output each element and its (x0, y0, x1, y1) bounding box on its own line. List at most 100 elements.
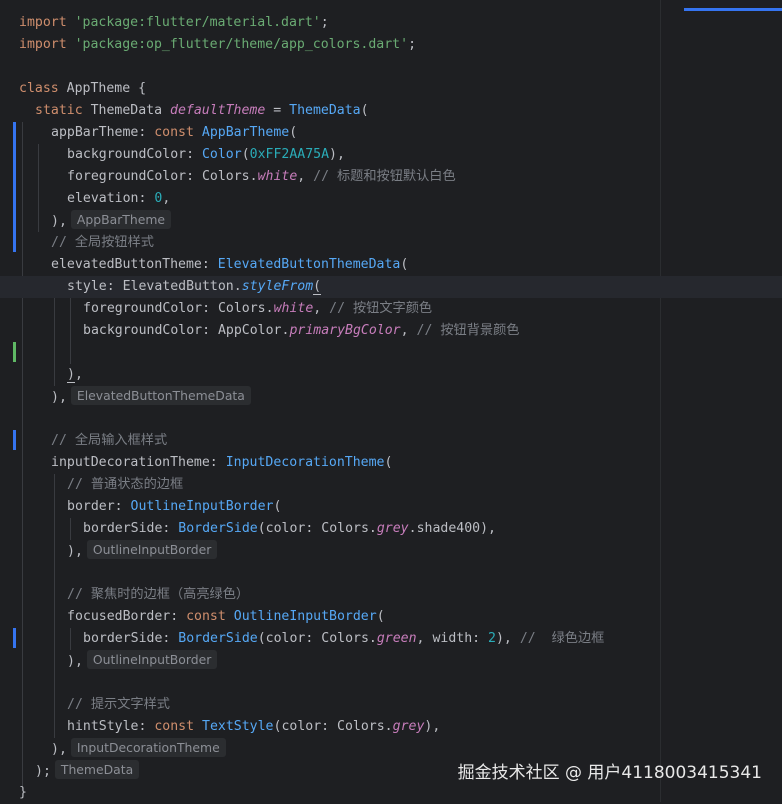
named-arg: width (432, 631, 473, 646)
code-comment: // 普通状态的边框 (67, 477, 184, 492)
matched-paren: ( (313, 279, 322, 295)
code-line[interactable]: elevatedButtonTheme: ElevatedButtonTheme… (51, 254, 408, 276)
gutter-modified-marker[interactable] (13, 122, 16, 252)
static-member: grey (392, 719, 425, 734)
closing-label-hint: InputDecorationTheme (70, 738, 226, 757)
matched-paren: ) (67, 367, 75, 383)
code-line[interactable]: } (19, 782, 27, 804)
property-name: focusedBorder (67, 609, 171, 624)
code-comment: // 提示文字样式 (67, 697, 170, 712)
code-line[interactable]: appBarTheme: const AppBarTheme( (51, 122, 297, 144)
property-name: borderSide (83, 631, 163, 646)
keyword: class (19, 81, 59, 96)
code-line[interactable]: ); ThemeData (35, 760, 140, 782)
code-line[interactable]: inputDecorationTheme: InputDecorationThe… (51, 452, 392, 474)
number-literal: 0xFF2AA75A (249, 147, 330, 162)
constructor-call: OutlineInputBorder (233, 609, 377, 624)
code-line[interactable]: borderSide: BorderSide(color: Colors.gre… (83, 518, 496, 540)
class-ref: AppColor (217, 323, 282, 338)
gutter-modified-marker[interactable] (13, 628, 16, 648)
code-editor[interactable]: import 'package:flutter/material.dart'; … (0, 0, 782, 802)
indent-guide (70, 298, 71, 364)
property-name: hintStyle (67, 719, 139, 734)
constructor-call: TextStyle (202, 719, 274, 734)
code-line[interactable]: border: OutlineInputBorder( (67, 496, 281, 518)
closing-label-hint: OutlineInputBorder (86, 650, 218, 669)
closing-label-hint: ElevatedButtonThemeData (70, 386, 251, 405)
class-ref: Colors (321, 521, 369, 536)
class-ref: Colors (321, 631, 369, 646)
code-line[interactable]: // 全局输入框样式 (51, 430, 167, 452)
indent-guide (38, 144, 39, 232)
code-line[interactable]: borderSide: BorderSide(color: Colors.gre… (83, 628, 604, 650)
static-member: primaryBgColor (289, 323, 401, 338)
keyword: const (154, 125, 194, 140)
constructor-call: BorderSide (178, 521, 258, 536)
code-line[interactable]: ), (67, 364, 83, 386)
property-name: backgroundColor (83, 323, 203, 338)
code-line[interactable]: // 提示文字样式 (67, 694, 170, 716)
code-line[interactable]: static ThemeData defaultTheme = ThemeDat… (35, 100, 369, 122)
property-name: style (67, 279, 107, 294)
property-name: backgroundColor (67, 147, 187, 162)
constructor-call: InputDecorationTheme (225, 455, 385, 470)
code-line[interactable]: focusedBorder: const OutlineInputBorder( (67, 606, 385, 628)
property-name: foregroundColor (83, 301, 203, 316)
property-name: elevatedButtonTheme (51, 257, 202, 272)
property-name: border (67, 499, 115, 514)
active-tab-indicator (684, 8, 782, 11)
static-member: grey (376, 521, 409, 536)
code-line[interactable]: // 聚焦时的边框（高亮绿色） (67, 584, 249, 606)
code-comment: // 全局输入框样式 (51, 433, 168, 448)
class-name: AppTheme (66, 81, 131, 96)
code-comment: // 按钮背景颜色 (416, 323, 520, 338)
constructor-call: ThemeData (289, 103, 361, 118)
indent-guide (22, 122, 23, 786)
constructor-call: AppBarTheme (201, 125, 290, 140)
code-line[interactable]: class AppTheme { (19, 78, 146, 100)
code-line[interactable]: ), OutlineInputBorder (67, 540, 218, 562)
property-name: elevation (67, 191, 139, 206)
keyword: static (35, 103, 83, 118)
code-comment: // 按钮文字颜色 (329, 301, 433, 316)
field-name: defaultTheme (170, 103, 266, 118)
code-line[interactable]: elevation: 0, (67, 188, 170, 210)
class-ref: Colors (201, 169, 250, 184)
named-arg: color (281, 719, 322, 734)
code-line[interactable]: foregroundColor: Colors.white, // 标题和按钮默… (67, 166, 456, 188)
code-comment: // 全局按钮样式 (51, 235, 154, 250)
code-line[interactable]: backgroundColor: Color(0xFF2AA75A), (67, 144, 345, 166)
gutter-modified-marker[interactable] (13, 430, 16, 450)
member: shade400 (416, 521, 481, 536)
class-ref: ElevatedButton (122, 279, 234, 294)
indent-guide (54, 474, 55, 738)
code-line[interactable]: ), OutlineInputBorder (67, 650, 218, 672)
code-line[interactable]: // 普通状态的边框 (67, 474, 183, 496)
keyword: import (19, 15, 67, 30)
class-ref: Colors (217, 301, 266, 316)
method-call: styleFrom (241, 279, 314, 294)
gutter-added-marker[interactable] (13, 342, 16, 362)
code-line[interactable]: hintStyle: const TextStyle(color: Colors… (67, 716, 440, 738)
static-member: green (376, 631, 417, 646)
code-line[interactable]: import 'package:flutter/material.dart'; (19, 12, 329, 34)
code-line[interactable]: // 全局按钮样式 (51, 232, 154, 254)
watermark: 掘金技术社区 @ 用户4118003415341 (457, 763, 762, 783)
constructor-call: Color (201, 147, 242, 162)
code-comment: // 聚焦时的边框（高亮绿色） (67, 587, 250, 602)
code-comment: // 绿色边框 (519, 631, 605, 646)
code-line[interactable]: ), AppBarTheme (51, 210, 172, 232)
code-line[interactable]: foregroundColor: Colors.white, // 按钮文字颜色 (83, 298, 432, 320)
keyword: import (19, 37, 67, 52)
property-name: appBarTheme (51, 125, 139, 140)
property-name: foregroundColor (67, 169, 187, 184)
indent-guide (70, 628, 71, 650)
code-line[interactable]: ), InputDecorationTheme (51, 738, 226, 760)
keyword: const (154, 719, 195, 734)
code-line[interactable]: ), ElevatedButtonThemeData (51, 386, 251, 408)
code-line[interactable]: import 'package:op_flutter/theme/app_col… (19, 34, 416, 56)
property-name: borderSide (83, 521, 163, 536)
code-line[interactable]: style: ElevatedButton.styleFrom( (67, 276, 322, 298)
property-name: inputDecorationTheme (51, 455, 210, 470)
code-line[interactable]: backgroundColor: AppColor.primaryBgColor… (83, 320, 519, 342)
